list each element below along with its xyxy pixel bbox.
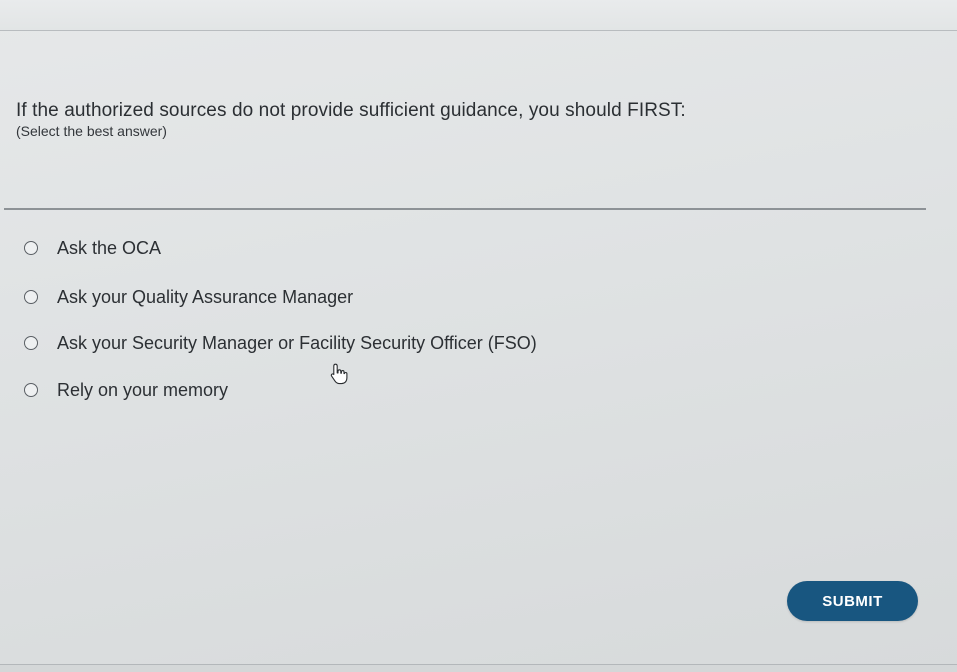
radio-unchecked-icon[interactable]: [24, 336, 38, 350]
answer-option-rely-on-memory[interactable]: Rely on your memory: [24, 376, 228, 404]
radio-unchecked-icon[interactable]: [24, 383, 38, 397]
answer-options: Ask the OCA Ask your Quality Assurance M…: [0, 0, 957, 672]
answer-label: Ask your Security Manager or Facility Se…: [57, 332, 537, 353]
radio-unchecked-icon[interactable]: [24, 241, 38, 255]
footer-band: [0, 665, 957, 672]
submit-button[interactable]: SUBMIT: [787, 581, 918, 621]
answer-option-ask-oca[interactable]: Ask the OCA: [24, 234, 161, 262]
answer-option-ask-qa-manager[interactable]: Ask your Quality Assurance Manager: [24, 283, 353, 311]
hand-pointer-icon: [330, 363, 348, 385]
answer-option-ask-security-manager-fso[interactable]: Ask your Security Manager or Facility Se…: [24, 329, 537, 357]
radio-unchecked-icon[interactable]: [24, 290, 38, 304]
answer-label: Ask your Quality Assurance Manager: [57, 286, 354, 307]
answer-label: Ask the OCA: [57, 237, 162, 258]
answer-label: Rely on your memory: [57, 379, 229, 400]
